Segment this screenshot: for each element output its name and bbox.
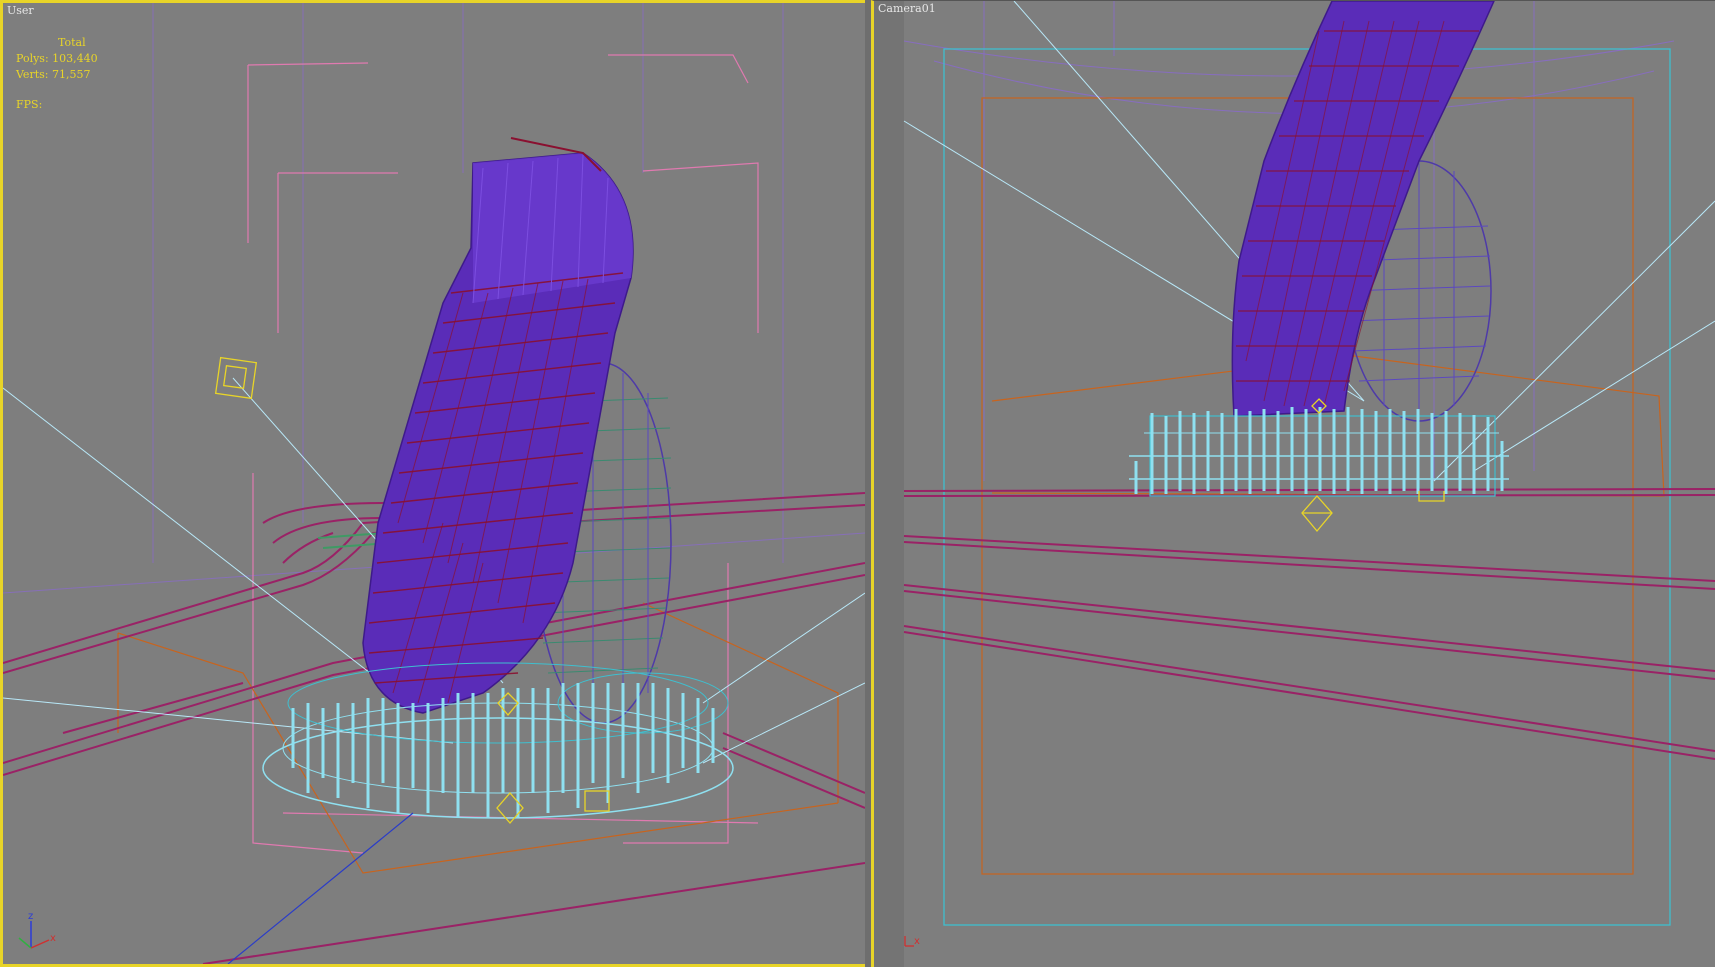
stats-polys-label: Polys: [16,52,49,65]
axis-z-label: z [28,911,33,922]
world-axis-line [227,812,414,964]
podium-base [262,662,734,819]
camera-scene[interactable]: x [874,1,1715,967]
viewport-label-camera[interactable]: Camera01 [878,2,936,15]
workspace: z x User Total Polys: 103,440 Verts: 71,… [0,0,1715,967]
stats-verts-label: Verts: [16,68,49,81]
stats-verts-value: 71,557 [51,68,91,81]
camera-outer-margin [874,1,904,967]
camera-main-tower [1231,1,1495,417]
user-viewport[interactable]: z x User Total Polys: 103,440 Verts: 71,… [0,0,868,967]
user-scene[interactable]: z x [3,3,865,964]
camera-axis-indicator [904,936,914,947]
camera-podium-base [1129,407,1509,497]
stats-total-label: Total [58,36,86,49]
statistics-overlay: Total Polys: 103,440 Verts: 71,557 FPS: [16,35,98,113]
camera-axis-x-label: x [914,936,920,947]
viewport-label-user[interactable]: User [7,4,34,17]
stats-polys: Polys: 103,440 [16,51,98,67]
axis-x-label: x [50,933,56,944]
stats-polys-value: 103,440 [52,52,98,65]
stats-verts: Verts: 71,557 [16,67,98,83]
camera-light-helpers [1301,398,1445,533]
stats-fps-label: FPS: [16,98,43,111]
camera-viewport[interactable]: x Camera01 [871,0,1715,967]
camera-road-network [903,488,1715,760]
axis-tripod [18,921,50,949]
